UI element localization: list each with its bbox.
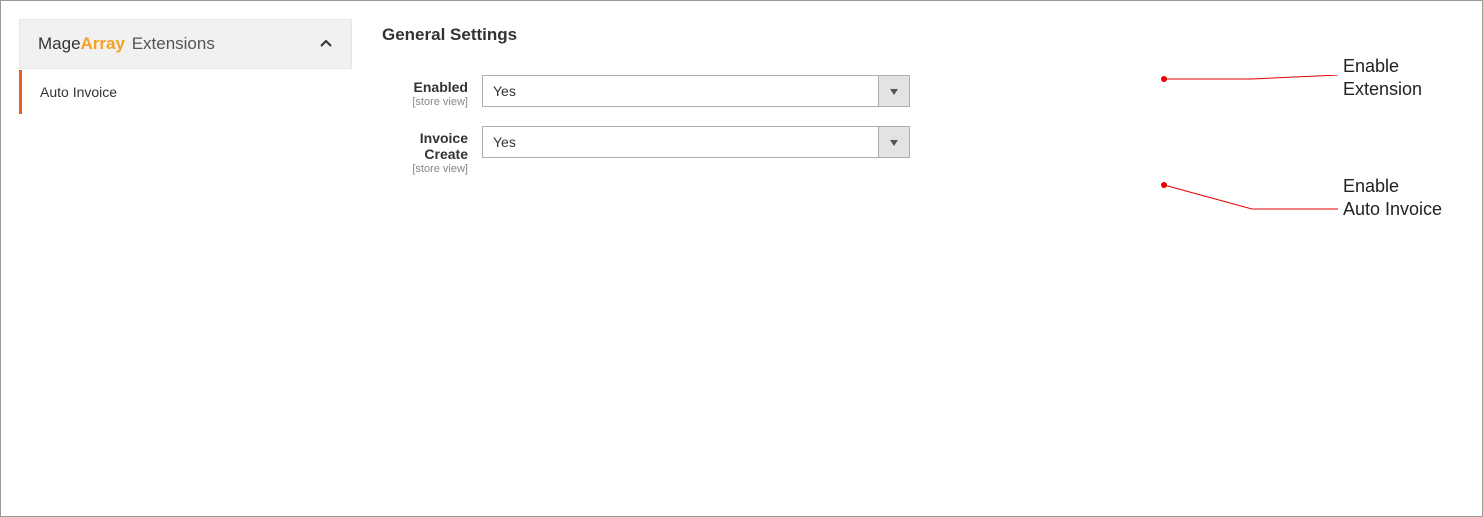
brand-part3: Extensions — [132, 34, 215, 53]
select-dropdown-button[interactable] — [878, 75, 910, 107]
caret-down-icon — [890, 82, 898, 100]
sidebar-item-auto-invoice[interactable]: Auto Invoice — [19, 70, 352, 114]
sidebar-item-label: Auto Invoice — [40, 84, 117, 100]
field-label-invoice-create: Invoice Create — [382, 130, 468, 162]
form-row-enabled: Enabled [store view] Yes — [382, 75, 1464, 108]
main-content: General Settings Enabled [store view] Ye… — [352, 19, 1464, 498]
form-row-invoice-create: Invoice Create [store view] Yes — [382, 126, 1464, 175]
select-input-invoice-create[interactable]: Yes — [482, 126, 910, 158]
callout-line-2 — [1160, 181, 1340, 221]
annotation-enable-extension: Enable Extension — [1343, 55, 1464, 102]
select-invoice-create[interactable]: Yes — [482, 126, 910, 158]
sidebar: MageArray Extensions Auto Invoice — [19, 19, 352, 498]
sidebar-section-header[interactable]: MageArray Extensions — [19, 19, 352, 69]
section-title: General Settings — [382, 19, 1464, 45]
caret-down-icon — [890, 133, 898, 151]
annotation-line2: Auto Invoice — [1343, 199, 1442, 219]
field-label-enabled: Enabled — [382, 79, 468, 95]
brand-part1: Mage — [38, 34, 81, 53]
field-scope-invoice-create: [store view] — [382, 163, 468, 175]
brand-part2: Array — [81, 34, 125, 53]
annotation-line1: Enable — [1343, 176, 1399, 196]
select-input-enabled[interactable]: Yes — [482, 75, 910, 107]
brand-title: MageArray Extensions — [38, 34, 215, 54]
label-col: Enabled [store view] — [382, 75, 482, 108]
annotation-enable-auto-invoice: Enable Auto Invoice — [1343, 175, 1442, 222]
select-dropdown-button[interactable] — [878, 126, 910, 158]
label-col: Invoice Create [store view] — [382, 126, 482, 175]
select-enabled[interactable]: Yes — [482, 75, 910, 107]
chevron-up-icon — [319, 37, 333, 51]
select-value: Yes — [493, 134, 516, 150]
select-value: Yes — [493, 83, 516, 99]
field-scope-enabled: [store view] — [382, 96, 468, 108]
